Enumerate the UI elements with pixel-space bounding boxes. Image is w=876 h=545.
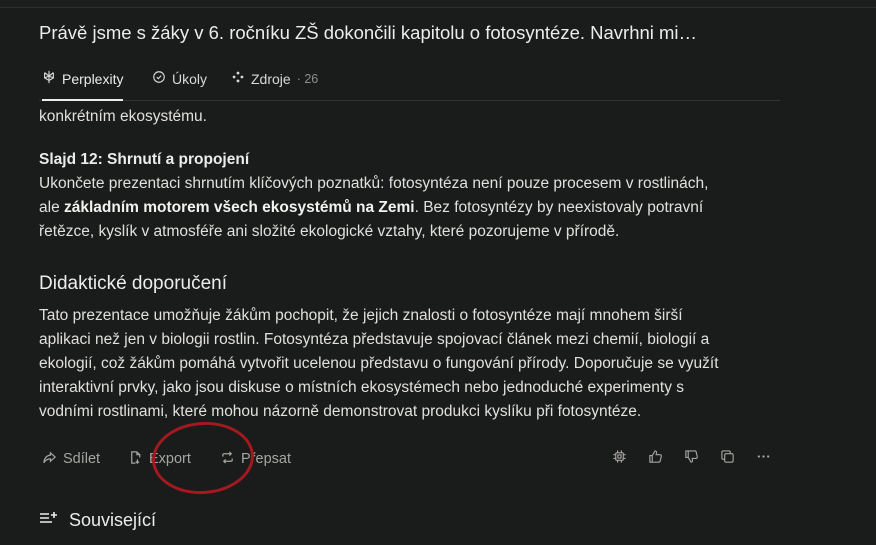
slide-12-heading: Slajd 12: Shrnutí a propojení bbox=[39, 151, 250, 168]
paragraph-line: Tato prezentace umožňuje žákům pochopit,… bbox=[39, 307, 683, 324]
paragraph-line: vodními rostlinami, které mohou názorně … bbox=[39, 403, 642, 420]
more-options-button[interactable] bbox=[753, 449, 773, 469]
share-label: Sdílet bbox=[63, 451, 101, 467]
sources-icon bbox=[231, 70, 245, 87]
copy-icon bbox=[720, 449, 735, 469]
sources-count: · 26 bbox=[296, 71, 319, 86]
check-circle-icon bbox=[152, 70, 166, 87]
answer-actions: Sdílet Export Přepsat bbox=[39, 446, 780, 472]
paragraph-fragment: konkrétním ekosystému. bbox=[39, 108, 207, 125]
tab-sources[interactable]: Zdroje · 26 bbox=[231, 58, 318, 99]
query-title: Právě jsme s žáky v 6. ročníku ZŠ dokonč… bbox=[39, 22, 698, 43]
share-icon bbox=[42, 450, 57, 469]
thumbs-down-button[interactable] bbox=[681, 449, 701, 469]
rewrite-label: Přepsat bbox=[241, 451, 291, 467]
rewrite-button[interactable]: Přepsat bbox=[220, 446, 291, 472]
ellipsis-icon bbox=[756, 449, 771, 469]
paragraph-line: ekologií, což žákům pomáhá vytvořit ucel… bbox=[39, 355, 719, 372]
related-section-header: Související bbox=[39, 508, 156, 532]
tab-label: Úkoly bbox=[172, 70, 208, 87]
tab-label: Perplexity bbox=[62, 70, 124, 87]
paragraph-line: řetězce, kyslík v atmosféře ani složité … bbox=[39, 223, 620, 240]
tab-perplexity[interactable]: Perplexity bbox=[42, 58, 124, 101]
repeat-icon bbox=[220, 450, 235, 469]
bold-phrase: základním motorem všech ekosystémů na Ze… bbox=[64, 199, 415, 216]
thumbs-up-icon bbox=[648, 449, 663, 469]
paragraph-line: Ukončete prezentaci shrnutím klíčových p… bbox=[39, 175, 709, 192]
thumbs-up-button[interactable] bbox=[645, 449, 665, 469]
related-label: Související bbox=[69, 509, 157, 530]
share-button[interactable]: Sdílet bbox=[42, 446, 100, 472]
tab-tasks[interactable]: Úkoly bbox=[152, 58, 207, 99]
related-list-icon bbox=[39, 510, 59, 531]
copy-button[interactable] bbox=[717, 449, 737, 469]
export-button[interactable]: Export bbox=[128, 446, 191, 472]
chip-icon bbox=[612, 449, 627, 469]
top-bar bbox=[0, 0, 876, 8]
model-chip-button[interactable] bbox=[609, 449, 629, 469]
tab-label: Zdroje bbox=[251, 70, 291, 87]
export-file-icon bbox=[128, 450, 143, 469]
didactic-heading: Didaktické doporučení bbox=[39, 273, 227, 294]
didactic-paragraph: Tato prezentace umožňuje žákům pochopit,… bbox=[39, 304, 780, 424]
paragraph-line: aplikaci než jen v biologii rostlin. Fot… bbox=[39, 331, 710, 348]
export-label: Export bbox=[149, 451, 191, 467]
perplexity-logo-icon bbox=[42, 70, 56, 87]
slide-12-paragraph: Ukončete prezentaci shrnutím klíčových p… bbox=[39, 172, 780, 244]
answer-tabs: Perplexity Úkoly Zdroje · 26 bbox=[39, 58, 780, 101]
paragraph-line: ale základním motorem všech ekosystémů n… bbox=[39, 199, 704, 216]
paragraph-line: interaktivní prvky, jako jsou diskuse o … bbox=[39, 379, 685, 396]
thread-page: Právě jsme s žáky v 6. ročníku ZŠ dokonč… bbox=[0, 8, 876, 545]
thumbs-down-icon bbox=[684, 449, 699, 469]
